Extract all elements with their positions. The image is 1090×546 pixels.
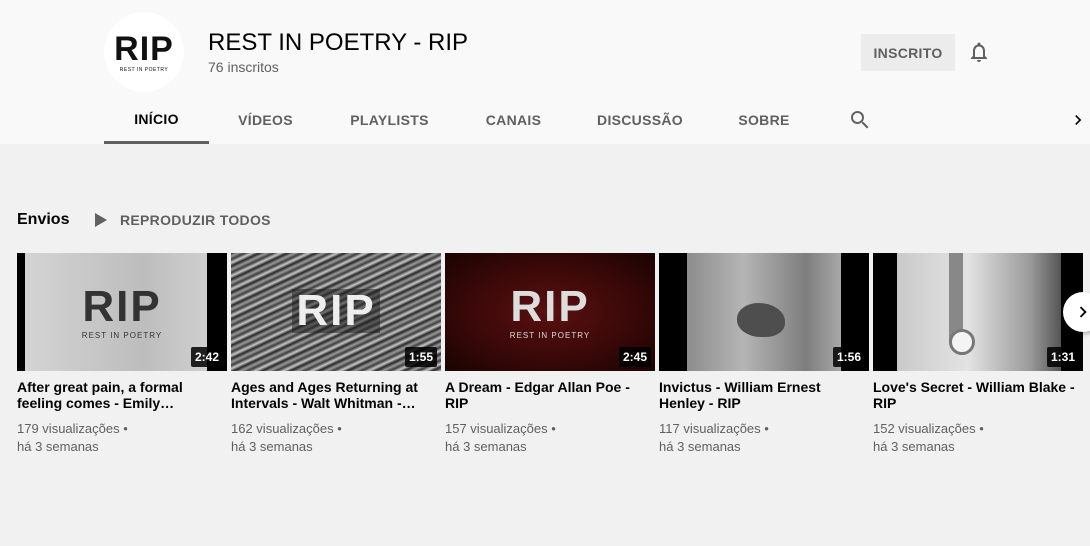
video-title[interactable]: A Dream - Edgar Allan Poe - RIP (445, 379, 655, 411)
video-title[interactable]: Invictus - William Ernest Henley - RIP (659, 379, 869, 411)
video-card[interactable]: 1:31 Love's Secret - William Blake - RIP… (873, 253, 1083, 456)
meta-separator: • (333, 421, 342, 436)
video-age: há 3 semanas (659, 439, 741, 454)
search-icon[interactable] (848, 108, 872, 132)
tab-videos[interactable]: VÍDEOS (209, 96, 322, 144)
video-age: há 3 semanas (231, 439, 313, 454)
meta-separator: • (975, 421, 984, 436)
thumbnail-figure (737, 303, 785, 337)
thumbnail-subtitle: REST IN POETRY (81, 330, 163, 340)
video-card[interactable]: 1:56 Invictus - William Ernest Henley - … (659, 253, 869, 456)
meta-separator: • (760, 421, 769, 436)
tab-inicio[interactable]: INÍCIO (104, 96, 209, 144)
tab-discussao[interactable]: DISCUSSÃO (570, 96, 710, 144)
video-views: 152 visualizações (873, 421, 976, 436)
meta-separator: • (547, 421, 556, 436)
thumbnail-logo: RIP (510, 281, 590, 331)
video-thumbnail[interactable]: 1:31 (873, 253, 1083, 371)
video-thumbnail[interactable]: RIP REST IN POETRY 2:45 (445, 253, 655, 371)
video-views: 117 visualizações (659, 421, 761, 436)
meta-separator: • (119, 421, 128, 436)
video-title[interactable]: After great pain, a formal feeling comes… (17, 379, 227, 411)
thumbnail-subtitle: REST IN POETRY (509, 330, 591, 340)
chevron-right-icon (1079, 306, 1087, 318)
video-views: 179 visualizações (17, 421, 120, 436)
channel-title: REST IN POETRY - RIP (208, 29, 469, 56)
section-title[interactable]: Envios (17, 211, 69, 229)
video-card[interactable]: RIP 1:55 Ages and Ages Returning at Inte… (231, 253, 441, 456)
video-card[interactable]: RIP REST IN POETRY 2:45 A Dream - Edgar … (445, 253, 655, 456)
avatar-logo: RIP (114, 29, 174, 68)
video-title[interactable]: Love's Secret - William Blake - RIP (873, 379, 1083, 411)
section-header: Envios (17, 208, 69, 232)
video-duration: 2:45 (618, 347, 651, 367)
video-meta: 157 visualizações • há 3 semanas (445, 420, 655, 456)
video-thumbnail[interactable]: 1:56 (659, 253, 869, 371)
play-all-label: REPRODUZIR TODOS (120, 212, 271, 228)
video-meta: 152 visualizações • há 3 semanas (873, 420, 1083, 456)
subscribed-button[interactable]: INSCRITO (861, 34, 955, 71)
video-age: há 3 semanas (17, 439, 99, 454)
thumbnail-flower (949, 329, 975, 355)
video-duration: 1:31 (1046, 347, 1079, 367)
video-duration: 1:56 (832, 347, 865, 367)
video-meta: 162 visualizações • há 3 semanas (231, 420, 441, 456)
video-age: há 3 semanas (445, 439, 527, 454)
video-card[interactable]: RIP REST IN POETRY 2:42 After great pain… (17, 253, 227, 456)
tab-canais[interactable]: CANAIS (457, 96, 570, 144)
thumbnail-logo: RIP (82, 281, 162, 331)
channel-header: RIP REST IN POETRY REST IN POETRY - RIP … (0, 0, 1090, 144)
video-thumbnail[interactable]: RIP REST IN POETRY 2:42 (17, 253, 227, 371)
tab-playlists[interactable]: PLAYLISTS (322, 96, 457, 144)
tab-sobre[interactable]: SOBRE (710, 96, 818, 144)
channel-tabs: INÍCIO VÍDEOS PLAYLISTS CANAIS DISCUSSÃO… (104, 96, 818, 144)
play-all-button[interactable]: REPRODUZIR TODOS (94, 208, 271, 232)
subscriber-count: 76 inscritos (208, 59, 279, 75)
video-views: 162 visualizações (231, 421, 334, 436)
bell-icon[interactable] (967, 40, 991, 64)
video-meta: 117 visualizações • há 3 semanas (659, 420, 869, 456)
video-thumbnail[interactable]: RIP 1:55 (231, 253, 441, 371)
video-duration: 2:42 (190, 347, 223, 367)
video-duration: 1:55 (404, 347, 437, 367)
channel-avatar[interactable]: RIP REST IN POETRY (104, 12, 184, 92)
thumbnail-logo: RIP (292, 289, 380, 333)
video-title[interactable]: Ages and Ages Returning at Intervals - W… (231, 379, 441, 411)
play-icon (95, 213, 107, 227)
video-views: 157 visualizações (445, 421, 548, 436)
avatar-subtitle: REST IN POETRY (119, 66, 169, 73)
chevron-right-icon[interactable] (1068, 110, 1088, 130)
video-meta: 179 visualizações • há 3 semanas (17, 420, 227, 456)
video-age: há 3 semanas (873, 439, 955, 454)
